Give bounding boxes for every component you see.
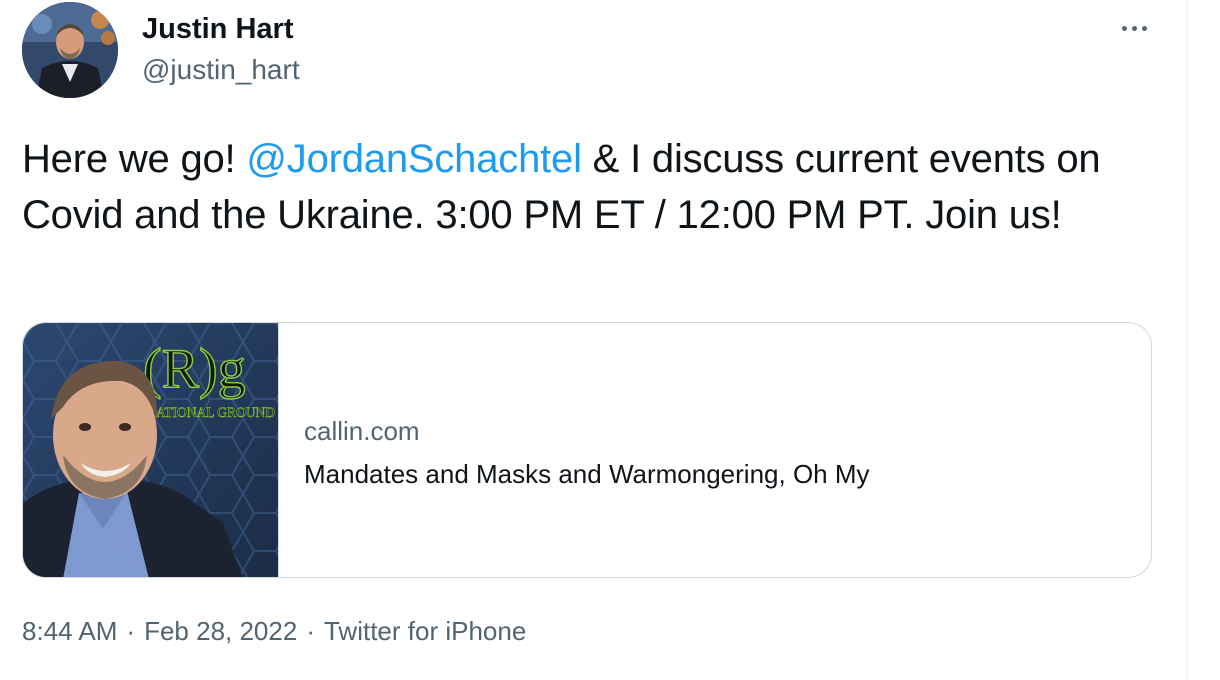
tweet-text: Here we go! @JordanSchachtel & I discuss… — [22, 131, 1162, 243]
tweet-text-start: Here we go! — [22, 137, 247, 181]
tweet-metadata: 8:44 AM · Feb 28, 2022 · Twitter for iPhone — [22, 614, 526, 648]
timeline-right-border — [1186, 0, 1187, 680]
tweet-time[interactable]: 8:44 AM — [22, 614, 117, 648]
tweet-source[interactable]: Twitter for iPhone — [324, 614, 526, 648]
author-display-name[interactable]: Justin Hart — [142, 12, 293, 46]
card-logo-subtext: RATIONAL GROUND — [147, 405, 275, 421]
card-title: Mandates and Masks and Warmongering, Oh … — [304, 459, 870, 489]
link-card[interactable]: (R)g RATIONAL GROUND callin.com Mandates… — [22, 322, 1152, 578]
profile-photo-icon — [22, 2, 118, 98]
tweet: Justin Hart @justin_hart Here we go! @Jo… — [0, 0, 1186, 680]
avatar[interactable] — [22, 2, 118, 98]
author-handle[interactable]: @justin_hart — [142, 53, 300, 87]
card-domain: callin.com — [304, 416, 420, 446]
card-logo-text: (R)g — [143, 338, 246, 400]
mention-link[interactable]: @JordanSchachtel — [246, 137, 582, 181]
tweet-date[interactable]: Feb 28, 2022 — [144, 614, 297, 648]
meta-separator: · — [306, 616, 315, 646]
card-thumbnail: (R)g RATIONAL GROUND — [23, 323, 279, 577]
meta-separator: · — [126, 616, 136, 646]
more-options-icon[interactable] — [1114, 14, 1154, 42]
